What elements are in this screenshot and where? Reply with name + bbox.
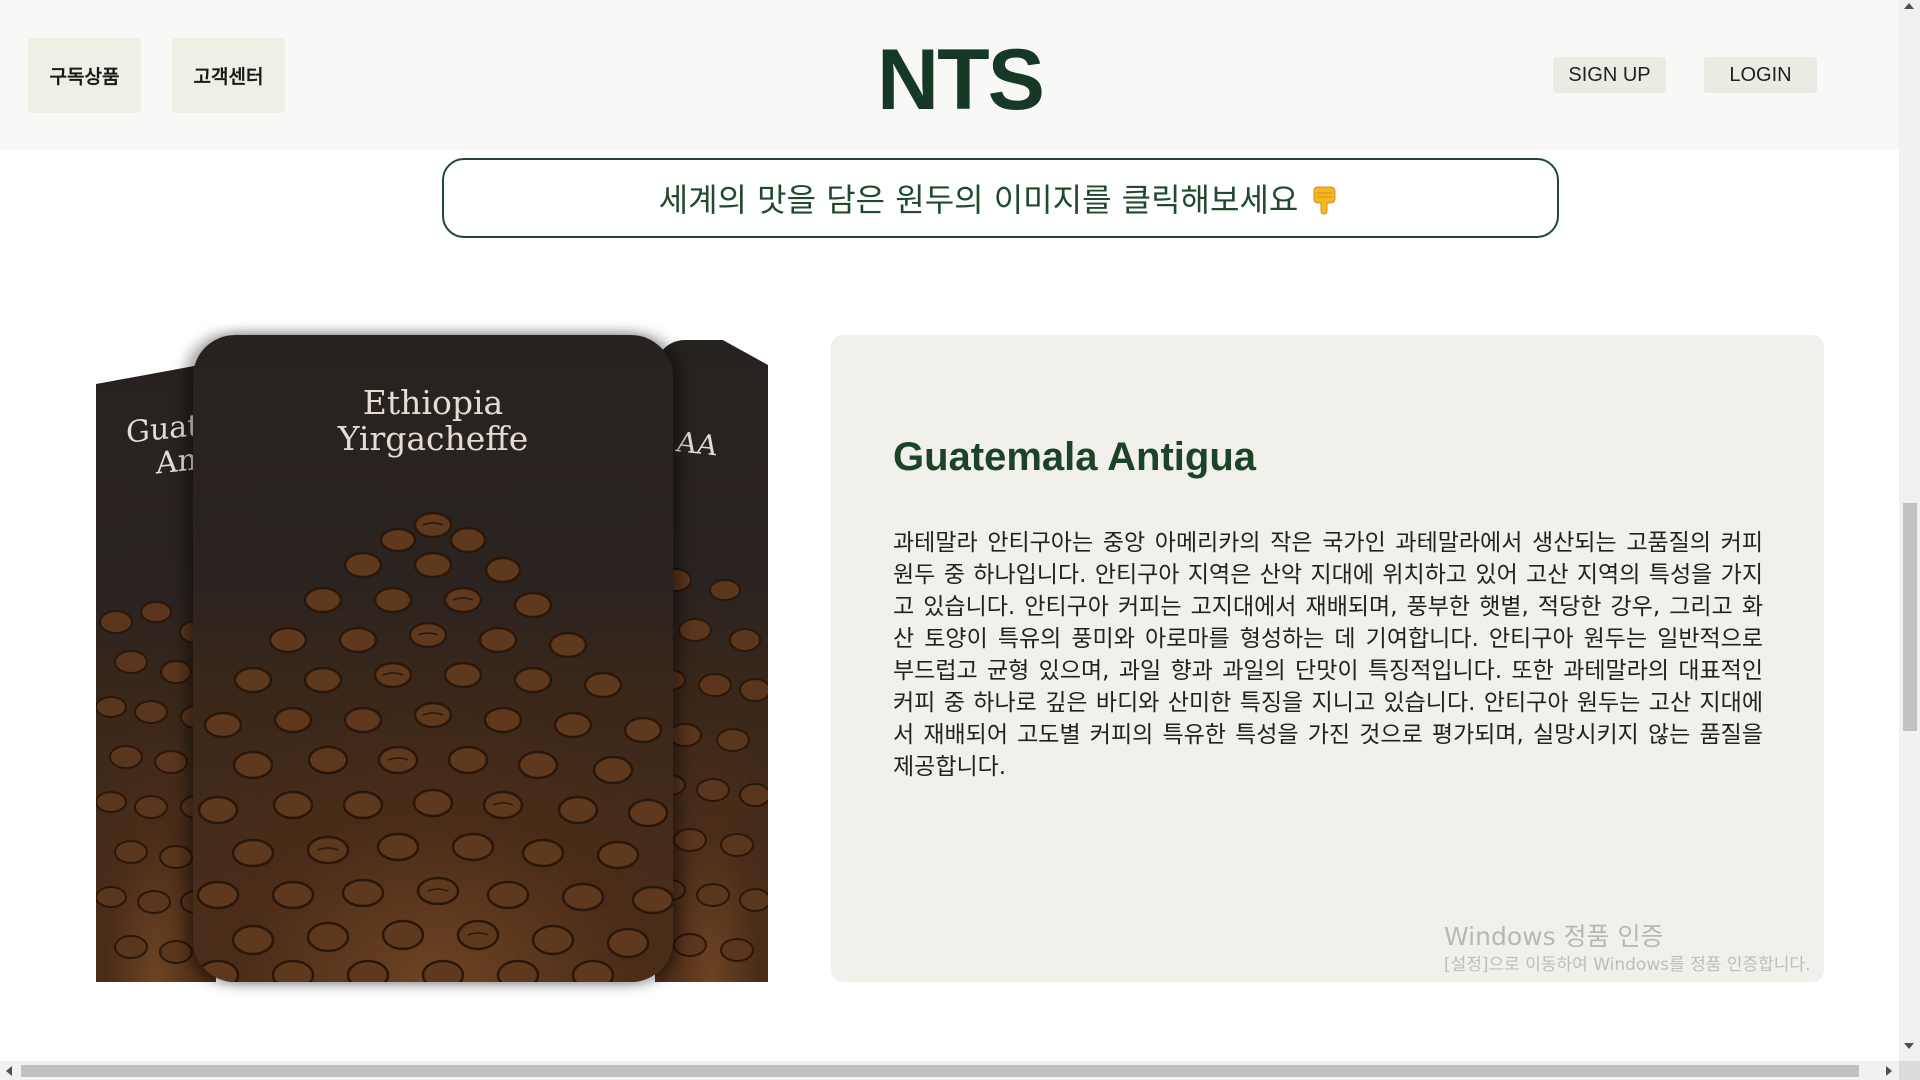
scroll-left-arrow-icon[interactable] [6, 1066, 12, 1076]
scroll-up-arrow-icon[interactable] [1904, 3, 1914, 9]
site-header: 구독상품 고객센터 NTS SIGN UP LOGIN [0, 0, 1899, 150]
scroll-down-arrow-icon[interactable] [1904, 1043, 1914, 1049]
bean-detail-panel: Guatemala Antigua 과테말라 안티구아는 중앙 아메리카의 작은… [831, 335, 1824, 982]
windows-activation-watermark-subtitle: [설정]으로 이동하여 Windows를 정품 인증합니다. [1444, 955, 1811, 975]
bean-description: 과테말라 안티구아는 중앙 아메리카의 작은 국가인 과테말라에서 생산되는 고… [893, 530, 1763, 780]
horizontal-scrollbar[interactable] [0, 1061, 1899, 1080]
bean-title: Guatemala Antigua [893, 435, 1257, 479]
vertical-scroll-thumb[interactable] [1903, 503, 1917, 731]
carousel-card-front[interactable]: Ethiopia Yirgacheffe [193, 335, 673, 982]
card-title-front: Ethiopia Yirgacheffe [337, 383, 529, 458]
login-button[interactable]: LOGIN [1704, 57, 1817, 93]
nav-customer-center-button[interactable]: 고객센터 [172, 38, 285, 113]
page: 구독상품 고객센터 NTS SIGN UP LOGIN 세계의 맛을 담은 원두… [0, 0, 1899, 1061]
vertical-scrollbar[interactable] [1899, 0, 1920, 1061]
horizontal-scroll-thumb[interactable] [21, 1065, 1859, 1077]
nav-subscription-button[interactable]: 구독상품 [28, 38, 141, 113]
scrollbar-corner [1899, 1061, 1920, 1080]
site-logo[interactable]: NTS [870, 30, 1050, 130]
scroll-right-arrow-icon[interactable] [1886, 1066, 1892, 1076]
signup-button[interactable]: SIGN UP [1553, 57, 1666, 93]
windows-activation-watermark-title: Windows 정품 인증 [1444, 922, 1664, 951]
pointing-down-hand-icon [1308, 181, 1342, 215]
banner-text: 세계의 맛을 담은 원두의 이미지를 클릭해보세요 [658, 181, 1299, 219]
instruction-banner: 세계의 맛을 담은 원두의 이미지를 클릭해보세요 [442, 158, 1559, 238]
